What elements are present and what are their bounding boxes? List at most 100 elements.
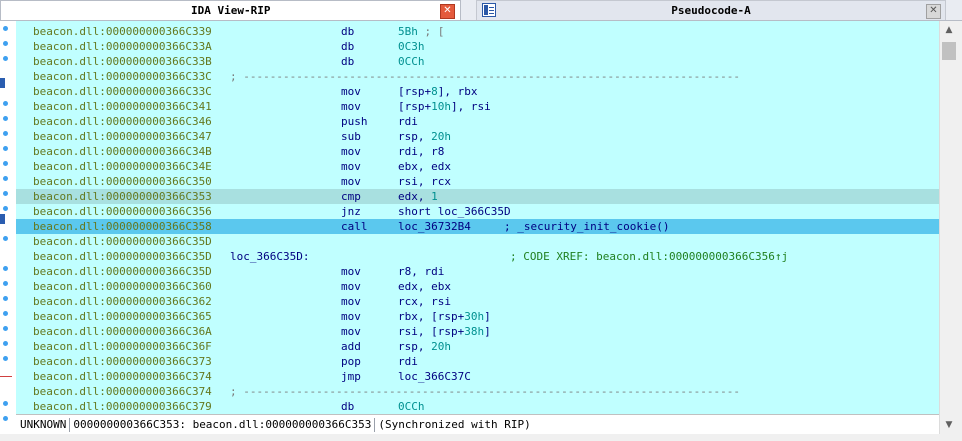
instruction-mnemonic: db bbox=[341, 55, 355, 68]
breakpoint-dot-icon[interactable] bbox=[3, 116, 8, 121]
listing-line[interactable]: beacon.dll:000000000366C379 db 0CCh bbox=[16, 399, 939, 414]
close-icon[interactable]: ✕ bbox=[440, 4, 455, 19]
breakpoint-dot-icon[interactable] bbox=[3, 311, 8, 316]
status-mode: UNKNOWN bbox=[20, 418, 67, 431]
status-location: 000000000366C353: beacon.dll:00000000036… bbox=[73, 418, 372, 431]
instruction-operands: [rsp+10h], rsi bbox=[398, 99, 491, 114]
instruction-mnemonic: sub bbox=[341, 130, 361, 143]
listing-line[interactable]: beacon.dll:000000000366C374 jmp loc_366C37… bbox=[16, 369, 939, 384]
listing-line[interactable]: beacon.dll:000000000366C34B mov rdi, r8 bbox=[16, 144, 939, 159]
operand-text: rsi, rcx bbox=[398, 175, 451, 188]
operand-text: rcx, rsi bbox=[398, 295, 451, 308]
breakpoint-dot-icon[interactable] bbox=[3, 161, 8, 166]
listing-line[interactable]: beacon.dll:000000000366C341 mov [rsp+10h],… bbox=[16, 99, 939, 114]
breakpoint-dot-icon[interactable] bbox=[3, 41, 8, 46]
operand-text: 0CCh bbox=[398, 55, 425, 68]
listing-line[interactable]: beacon.dll:000000000366C365 mov rbx, [rsp+… bbox=[16, 309, 939, 324]
close-icon[interactable]: ✕ bbox=[926, 4, 941, 19]
breakpoint-dot-icon[interactable] bbox=[3, 326, 8, 331]
line-address: beacon.dll:000000000366C379 bbox=[33, 400, 212, 413]
instruction-operands: loc_366C37C bbox=[398, 369, 471, 384]
listing-line[interactable]: beacon.dll:000000000366C35D bbox=[16, 234, 939, 249]
line-address: beacon.dll:000000000366C33B bbox=[33, 55, 212, 68]
vertical-scrollbar[interactable]: ▲ ▼ bbox=[939, 21, 958, 434]
line-address: beacon.dll:000000000366C339 bbox=[33, 25, 212, 38]
breakpoint-dot-icon[interactable] bbox=[3, 101, 8, 106]
operand-text: rdi bbox=[398, 115, 418, 128]
listing-line[interactable]: beacon.dll:000000000366C36A mov rsi, [rsp+… bbox=[16, 324, 939, 339]
listing-line[interactable]: beacon.dll:000000000366C350 mov rsi, rcx bbox=[16, 174, 939, 189]
listing-line[interactable]: beacon.dll:000000000366C35D loc_366C35D:;… bbox=[16, 249, 939, 264]
line-address: beacon.dll:000000000366C341 bbox=[33, 100, 212, 113]
disassembly-listing[interactable]: beacon.dll:000000000366C339 db 5Bh ; [beac… bbox=[16, 21, 939, 414]
listing-line[interactable]: beacon.dll:000000000366C35D mov r8, rdi bbox=[16, 264, 939, 279]
listing-line[interactable]: beacon.dll:000000000366C339 db 5Bh ; [ bbox=[16, 24, 939, 39]
breakpoint-dot-icon[interactable] bbox=[3, 416, 8, 421]
operand-text: rdi bbox=[398, 355, 418, 368]
operand-text: edx, 1 bbox=[398, 190, 438, 203]
breakpoint-dot-icon[interactable] bbox=[3, 206, 8, 211]
operand-text: edx, ebx bbox=[398, 280, 451, 293]
operand-text: loc_366C37C bbox=[398, 370, 471, 383]
tab-bar: IDA View-RIP ✕ Pseudocode-A ✕ bbox=[0, 0, 962, 21]
instruction-operands: rbx, [rsp+30h] bbox=[398, 309, 491, 324]
operand-text: rsp, 20h bbox=[398, 130, 451, 143]
line-address: beacon.dll:000000000366C35D bbox=[33, 235, 212, 248]
line-address: beacon.dll:000000000366C373 bbox=[33, 355, 212, 368]
instruction-mnemonic: mov bbox=[341, 175, 361, 188]
instruction-operands: rsp, 20h bbox=[398, 339, 451, 354]
listing-line[interactable]: beacon.dll:000000000366C34E mov ebx, edx bbox=[16, 159, 939, 174]
breakpoint-dot-icon[interactable] bbox=[3, 131, 8, 136]
listing-line[interactable]: beacon.dll:000000000366C33A db 0C3h bbox=[16, 39, 939, 54]
listing-line[interactable]: beacon.dll:000000000366C360 mov edx, ebx bbox=[16, 279, 939, 294]
breakpoint-dot-icon[interactable] bbox=[3, 266, 8, 271]
breakpoint-dot-icon[interactable] bbox=[3, 26, 8, 31]
operand-text: loc_36732B4 bbox=[398, 220, 471, 233]
instruction-operands: rdi bbox=[398, 114, 418, 129]
breakpoint-dot-icon[interactable] bbox=[3, 356, 8, 361]
instruction-mnemonic: cmp bbox=[341, 190, 361, 203]
breakpoint-dot-icon[interactable] bbox=[3, 401, 8, 406]
line-address: beacon.dll:000000000366C365 bbox=[33, 310, 212, 323]
breakpoint-dot-icon[interactable] bbox=[3, 191, 8, 196]
instruction-operands: rcx, rsi bbox=[398, 294, 451, 309]
arrow-gutter[interactable] bbox=[0, 21, 16, 441]
listing-line[interactable]: beacon.dll:000000000366C374 ; -----------… bbox=[16, 384, 939, 399]
flow-arrow-icon bbox=[0, 78, 5, 88]
listing-line[interactable]: beacon.dll:000000000366C358 call loc_36732… bbox=[16, 219, 939, 234]
listing-line[interactable]: beacon.dll:000000000366C33C mov [rsp+8], r… bbox=[16, 84, 939, 99]
operand-text: ebx, edx bbox=[398, 160, 451, 173]
breakpoint-dot-icon[interactable] bbox=[3, 146, 8, 151]
breakpoint-dot-icon[interactable] bbox=[3, 296, 8, 301]
listing-line[interactable]: beacon.dll:000000000366C36F add rsp, 20h bbox=[16, 339, 939, 354]
instruction-operands: [rsp+8], rbx bbox=[398, 84, 478, 99]
instruction-mnemonic: mov bbox=[341, 145, 361, 158]
instruction-operands: edx, ebx bbox=[398, 279, 451, 294]
listing-line[interactable]: beacon.dll:000000000366C33C ; -----------… bbox=[16, 69, 939, 84]
instruction-mnemonic: mov bbox=[341, 100, 361, 113]
instruction-mnemonic: jnz bbox=[341, 205, 361, 218]
listing-line[interactable]: beacon.dll:000000000366C33B db 0CCh bbox=[16, 54, 939, 69]
listing-line[interactable]: beacon.dll:000000000366C347 sub rsp, 20h bbox=[16, 129, 939, 144]
listing-line[interactable]: beacon.dll:000000000366C362 mov rcx, rsi bbox=[16, 294, 939, 309]
instruction-mnemonic: mov bbox=[341, 160, 361, 173]
listing-line[interactable]: beacon.dll:000000000366C353 cmp edx, 1 bbox=[16, 189, 939, 204]
scroll-up-icon[interactable]: ▲ bbox=[941, 21, 957, 39]
scroll-thumb[interactable] bbox=[942, 42, 956, 60]
breakpoint-dot-icon[interactable] bbox=[3, 176, 8, 181]
tab-pseudocode-a[interactable]: Pseudocode-A ✕ bbox=[476, 0, 946, 20]
breakpoint-dot-icon[interactable] bbox=[3, 56, 8, 61]
listing-line[interactable]: beacon.dll:000000000366C346 push rdi bbox=[16, 114, 939, 129]
breakpoint-dot-icon[interactable] bbox=[3, 341, 8, 346]
listing-line[interactable]: beacon.dll:000000000366C356 jnz short loc_… bbox=[16, 204, 939, 219]
line-address: beacon.dll:000000000366C36F bbox=[33, 340, 212, 353]
breakpoint-dot-icon[interactable] bbox=[3, 236, 8, 241]
tab-ida-view-rip[interactable]: IDA View-RIP ✕ bbox=[0, 0, 461, 20]
line-address: beacon.dll:000000000366C35D bbox=[33, 250, 212, 263]
scroll-down-icon[interactable]: ▼ bbox=[941, 416, 957, 434]
breakpoint-dot-icon[interactable] bbox=[3, 281, 8, 286]
status-line: UNKNOWN 000000000366C353: beacon.dll:0000… bbox=[16, 414, 939, 434]
instruction-mnemonic: mov bbox=[341, 265, 361, 278]
listing-line[interactable]: beacon.dll:000000000366C373 pop rdi bbox=[16, 354, 939, 369]
instruction-operands: rsp, 20h bbox=[398, 129, 451, 144]
